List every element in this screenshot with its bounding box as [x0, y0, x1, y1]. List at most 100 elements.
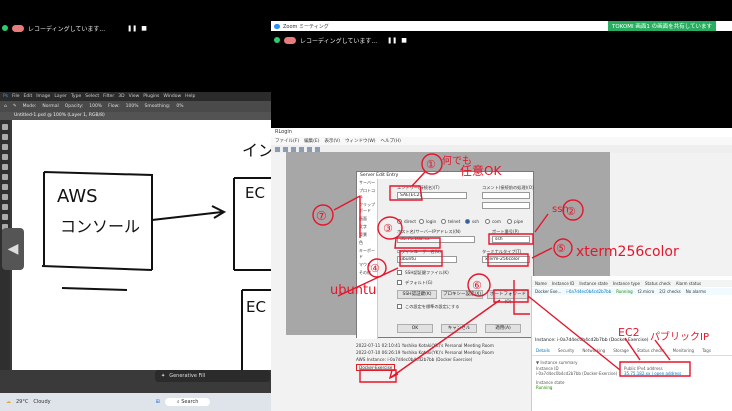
sidebar-item-keyboard[interactable]: キーボード	[357, 247, 377, 261]
col-alarm-status[interactable]: Alarm status	[676, 281, 701, 286]
port-input[interactable]: ssh	[492, 236, 530, 243]
rlogin-menu-view[interactable]: 表示(V)	[324, 138, 340, 144]
opacity-value[interactable]: 100%	[89, 104, 102, 109]
entry-input[interactable]: SAE(EC2)	[397, 192, 467, 199]
terminal-input[interactable]: xterm-256color	[482, 256, 530, 263]
instance-summary-toggle[interactable]: ▼ Instance summary	[536, 360, 578, 365]
rlogin-menu-file[interactable]: ファイル(F)	[275, 138, 299, 144]
tab-tags[interactable]: Tags	[702, 348, 711, 355]
col-instance-id[interactable]: Instance ID	[552, 281, 575, 286]
menu-edit[interactable]: Edit	[24, 94, 33, 99]
public-ip-value[interactable]: 35.75.182.xx | open address	[624, 371, 681, 376]
paste-icon[interactable]	[307, 146, 312, 152]
gradient-tool-icon[interactable]	[2, 204, 8, 210]
brush-tool-icon[interactable]	[2, 174, 8, 180]
document-tab[interactable]: Untitled-1.psd @ 100% (Layer 1, RGB/8)	[0, 112, 271, 120]
menu-help[interactable]: Help	[185, 94, 195, 99]
stop-icon[interactable]: ■	[401, 37, 407, 44]
default-checkbox[interactable]	[397, 280, 402, 285]
col-status-check[interactable]: Status check	[645, 281, 671, 286]
tab-status-checks[interactable]: Status checks	[637, 348, 665, 355]
stop-icon[interactable]: ■	[141, 25, 147, 32]
print-icon[interactable]	[315, 146, 320, 152]
tab-details[interactable]: Details	[536, 348, 550, 355]
eyedropper-tool-icon[interactable]	[2, 164, 8, 170]
table-row[interactable]: Docker Exe... i-0a7d4ec0b4cd2b7bb Runnin…	[532, 288, 732, 295]
open-icon[interactable]	[283, 146, 288, 152]
sidebar-item-protocol[interactable]: プロトコル	[357, 187, 377, 201]
menu-plugins[interactable]: Plugins	[143, 94, 159, 99]
menu-layer[interactable]: Layer	[54, 94, 67, 99]
col-instance-type[interactable]: Instance type	[613, 281, 640, 286]
radio-telnet[interactable]	[441, 219, 446, 224]
menu-image[interactable]: Image	[36, 94, 50, 99]
marquee-tool-icon[interactable]	[2, 134, 8, 140]
comment-input-2[interactable]	[482, 202, 530, 209]
col-name[interactable]: Name	[535, 281, 547, 286]
log-item[interactable]: Docker-Exercise	[356, 364, 396, 371]
pause-icon[interactable]: ❚❚	[127, 25, 137, 32]
mode-select[interactable]: Normal	[42, 104, 58, 109]
start-icon[interactable]: ⊞	[156, 399, 160, 405]
flow-value[interactable]: 100%	[126, 104, 139, 109]
collapse-panel-handle[interactable]: ◀	[2, 228, 24, 270]
home-icon[interactable]: ⌂	[4, 104, 7, 109]
log-item[interactable]: 2022-07-11 02:10:41 Yoshiko Kotaki(YK)'s…	[356, 343, 531, 348]
move-tool-icon[interactable]	[2, 124, 8, 130]
rlogin-menu-window[interactable]: ウィンドウ(W)	[345, 138, 375, 144]
tab-networking[interactable]: Networking	[582, 348, 605, 355]
radio-com[interactable]	[485, 219, 490, 224]
stamp-tool-icon[interactable]	[2, 184, 8, 190]
sidebar-item-other[interactable]: その他	[357, 269, 377, 277]
cancel-button[interactable]: キャンセル	[441, 324, 477, 333]
pause-icon[interactable]: ❚❚	[387, 37, 397, 44]
contextual-task-bar[interactable]: ✦ Generative Fill	[155, 370, 270, 382]
comment-input[interactable]	[482, 192, 530, 199]
menu-view[interactable]: View	[129, 94, 140, 99]
save-icon[interactable]	[291, 146, 296, 152]
lasso-tool-icon[interactable]	[2, 144, 8, 150]
sidebar-item-background[interactable]: 背景	[357, 231, 377, 239]
crop-tool-icon[interactable]	[2, 154, 8, 160]
log-item[interactable]: AWS Instance: i-0a7d4ec0b4cd2b7bb (Docke…	[356, 357, 531, 362]
radio-ssh[interactable]	[465, 219, 470, 224]
menu-filter[interactable]: Filter	[103, 94, 114, 99]
rlogin-menu-help[interactable]: ヘルプ(H)	[381, 138, 401, 144]
smoothing-value[interactable]: 0%	[176, 104, 183, 109]
photoshop-canvas[interactable]: AWS コンソール インス EC EC	[12, 120, 290, 370]
sidebar-item-mouse[interactable]: マウス	[357, 261, 377, 269]
sidebar-item-server[interactable]: サーバー	[357, 179, 377, 187]
standard-setting-checkbox[interactable]	[397, 304, 402, 309]
proxy-button[interactable]: プロキシー設定(X)	[441, 290, 483, 299]
rlogin-menu-edit[interactable]: 編集(E)	[304, 138, 319, 144]
sidebar-item-screen[interactable]: 画面	[357, 215, 377, 223]
menu-file[interactable]: File	[12, 94, 20, 99]
menu-3d[interactable]: 3D	[118, 94, 124, 99]
copy-icon[interactable]	[299, 146, 304, 152]
pen-tool-icon[interactable]	[2, 214, 8, 220]
sidebar-item-text[interactable]: 文字	[357, 223, 377, 231]
brush-icon[interactable]: ✎	[13, 104, 17, 109]
ssh-key-button[interactable]: SSH認証鍵(K)	[397, 290, 437, 299]
menu-type[interactable]: Type	[71, 94, 81, 99]
port-forward-button[interactable]: ポートフォワード(O)	[487, 290, 529, 305]
sidebar-item-color[interactable]: 色	[357, 239, 377, 247]
log-item[interactable]: 2022-07-10 06:26:19 Yoshiko Kotaki(YK)'s…	[356, 350, 531, 355]
tab-storage[interactable]: Storage	[613, 348, 629, 355]
eraser-tool-icon[interactable]	[2, 194, 8, 200]
new-icon[interactable]	[275, 146, 280, 152]
menu-select[interactable]: Select	[85, 94, 99, 99]
col-instance-state[interactable]: Instance state	[579, 281, 607, 286]
apply-button[interactable]: 適用(A)	[485, 324, 521, 333]
host-input[interactable]: 35.75.182.xx	[397, 236, 475, 243]
tab-security[interactable]: Security	[558, 348, 574, 355]
menu-window[interactable]: Window	[163, 94, 181, 99]
sidebar-item-clipboard[interactable]: クリップボード	[357, 201, 377, 215]
login-input[interactable]: ubuntu	[397, 256, 457, 263]
radio-pipe[interactable]	[507, 219, 512, 224]
tab-monitoring[interactable]: Monitoring	[673, 348, 694, 355]
key-checkbox[interactable]	[397, 270, 402, 275]
cell-instance-id[interactable]: i-0a7d4ec0b4cd2b7bb	[566, 289, 611, 294]
radio-login[interactable]	[419, 219, 424, 224]
taskbar-search[interactable]: ⌕ Search	[164, 398, 211, 406]
